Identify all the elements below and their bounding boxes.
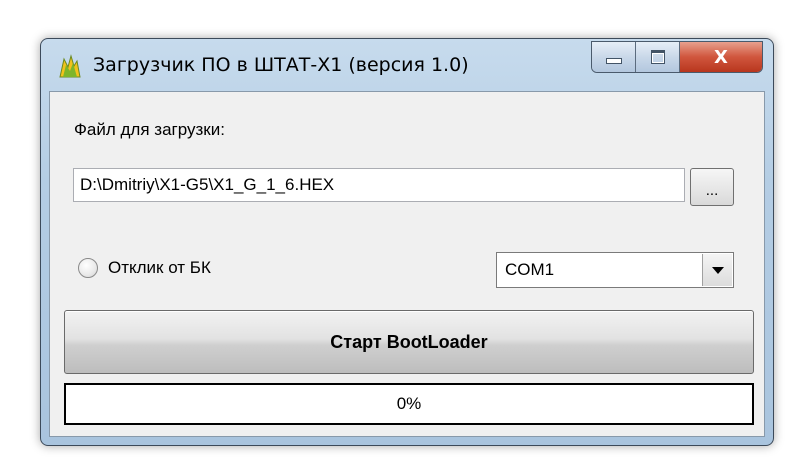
radio-icon[interactable] xyxy=(78,258,98,278)
start-button-label: Старт BootLoader xyxy=(330,331,488,352)
maximize-button[interactable] xyxy=(636,42,680,72)
minimize-icon xyxy=(605,58,622,64)
start-bootloader-button[interactable]: Старт BootLoader xyxy=(64,310,754,374)
com-port-select[interactable]: COM1 xyxy=(496,252,734,288)
browse-button-label: ... xyxy=(705,182,719,199)
chevron-down-icon xyxy=(711,266,724,274)
radio-label: Отклик от БК xyxy=(108,258,211,277)
file-label: Файл для загрузки: xyxy=(74,120,225,139)
close-icon: X xyxy=(714,46,728,68)
caption-buttons: X xyxy=(591,41,763,73)
browse-button[interactable]: ... xyxy=(690,168,734,206)
bk-response-radio[interactable]: Отклик от БК xyxy=(78,258,211,278)
app-flame-icon xyxy=(59,54,81,78)
title-bar[interactable]: Загрузчик ПО в ШТАТ-Х1 (версия 1.0) X xyxy=(41,39,773,91)
progress-bar: 0% xyxy=(64,383,754,425)
minimize-button[interactable] xyxy=(592,42,636,72)
close-button[interactable]: X xyxy=(680,42,762,72)
file-path-input[interactable]: D:\Dmitriy\X1-G5\X1_G_1_6.HEX xyxy=(73,168,685,202)
progress-text: 0% xyxy=(396,394,422,413)
maximize-icon xyxy=(650,50,665,64)
main-window: Загрузчик ПО в ШТАТ-Х1 (версия 1.0) X Фа… xyxy=(40,38,774,446)
dropdown-button[interactable] xyxy=(702,254,732,286)
window-title: Загрузчик ПО в ШТАТ-Х1 (версия 1.0) xyxy=(93,54,469,76)
client-area: Файл для загрузки: D:\Dmitriy\X1-G5\X1_G… xyxy=(49,91,765,437)
com-port-value: COM1 xyxy=(505,260,555,279)
